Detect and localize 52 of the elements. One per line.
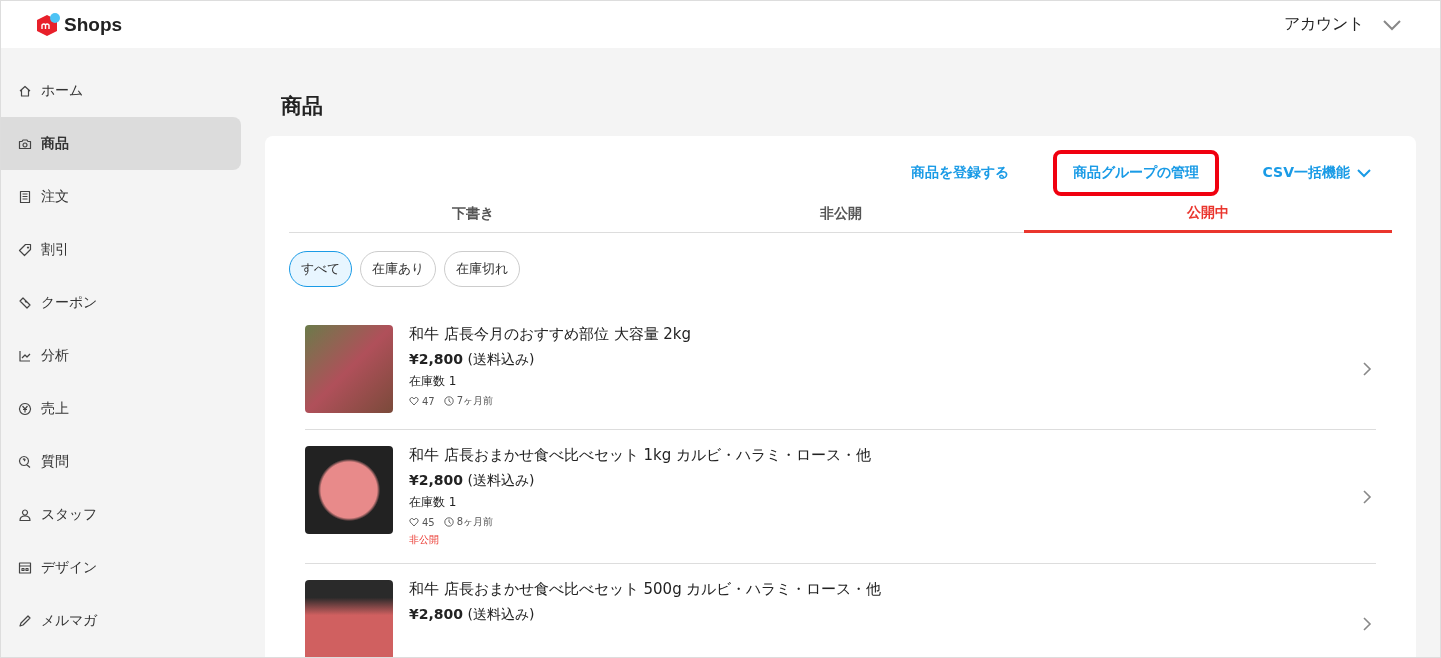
product-price: ¥2,800 (送料込み)	[409, 472, 535, 490]
heart-icon	[409, 396, 419, 406]
chevron-right-icon	[1362, 488, 1372, 505]
nav-icon	[17, 241, 33, 258]
filter-chip[interactable]: すべて	[289, 251, 352, 287]
tab[interactable]: 非公開	[656, 198, 1025, 233]
product-title: 和牛 店長おまかせ食べ比べセット 500g カルビ・ハラミ・ロース・他	[409, 580, 882, 599]
like-count: 47	[422, 395, 435, 407]
stock-count: 在庫数 1	[409, 494, 457, 511]
stock-count: 在庫数 1	[409, 373, 457, 390]
product-price: ¥2,800 (送料込み)	[409, 606, 535, 624]
nav-icon	[17, 453, 33, 470]
sidebar-item[interactable]: ホーム	[1, 64, 241, 117]
sidebar-item[interactable]: 売上	[1, 382, 241, 435]
nav-icon	[17, 400, 33, 417]
logo-text: Shops	[64, 13, 123, 36]
sidebar-item[interactable]: メルマガ	[1, 594, 241, 647]
tab[interactable]: 公開中	[1024, 198, 1392, 233]
tab[interactable]: 下書き	[289, 198, 657, 233]
listed-age: 7ヶ月前	[456, 394, 494, 408]
sidebar-item[interactable]: クーポン	[1, 276, 241, 329]
chevron-down-icon	[1382, 18, 1402, 31]
nav-icon	[17, 559, 33, 576]
listed-age: 8ヶ月前	[456, 515, 494, 529]
account-menu[interactable]: アカウント	[1284, 14, 1402, 35]
sidebar-item[interactable]: 分析	[1, 329, 241, 382]
clock-icon	[443, 396, 454, 406]
filter-chip[interactable]: 在庫切れ	[444, 251, 520, 287]
product-title: 和牛 店長おまかせ食べ比べセット 1kg カルビ・ハラミ・ロース・他	[409, 446, 872, 465]
status-label: 非公開	[409, 533, 439, 547]
sidebar-item[interactable]: 質問	[1, 435, 241, 488]
logo-icon	[35, 11, 61, 38]
nav-icon	[17, 188, 33, 205]
sidebar-item[interactable]: デザイン	[1, 541, 241, 594]
nav-icon	[17, 506, 33, 523]
clock-icon	[443, 517, 454, 527]
product-row[interactable]: 和牛 店長今月のおすすめ部位 大容量 2kg ¥2,800 (送料込み) 在庫数 1 47 7ヶ月前	[305, 309, 1376, 430]
sidebar-item[interactable]: 商品	[1, 117, 241, 170]
chevron-right-icon	[1362, 616, 1372, 632]
page-title: 商品	[281, 93, 324, 120]
heart-icon	[409, 517, 419, 527]
chevron-right-icon	[1362, 361, 1372, 377]
product-title: 和牛 店長今月のおすすめ部位 大容量 2kg	[409, 325, 692, 344]
filter-chip[interactable]: 在庫あり	[360, 251, 436, 287]
sidebar-item[interactable]: 注文	[1, 170, 241, 223]
sidebar-item[interactable]: 割引	[1, 223, 241, 276]
like-count: 45	[422, 516, 435, 528]
sidebar-item[interactable]: スタッフ	[1, 488, 241, 541]
product-row[interactable]: 和牛 店長おまかせ食べ比べセット 500g カルビ・ハラミ・ロース・他 ¥2,800 (送料込み)	[305, 564, 1376, 657]
product-price: ¥2,800 (送料込み)	[409, 351, 535, 369]
product-row[interactable]: 和牛 店長おまかせ食べ比べセット 1kg カルビ・ハラミ・ロース・他 ¥2,800 (送料込み) 在庫数 1 45 8ヶ月前 非公開	[305, 430, 1376, 564]
chevron-down-icon	[1356, 168, 1372, 178]
